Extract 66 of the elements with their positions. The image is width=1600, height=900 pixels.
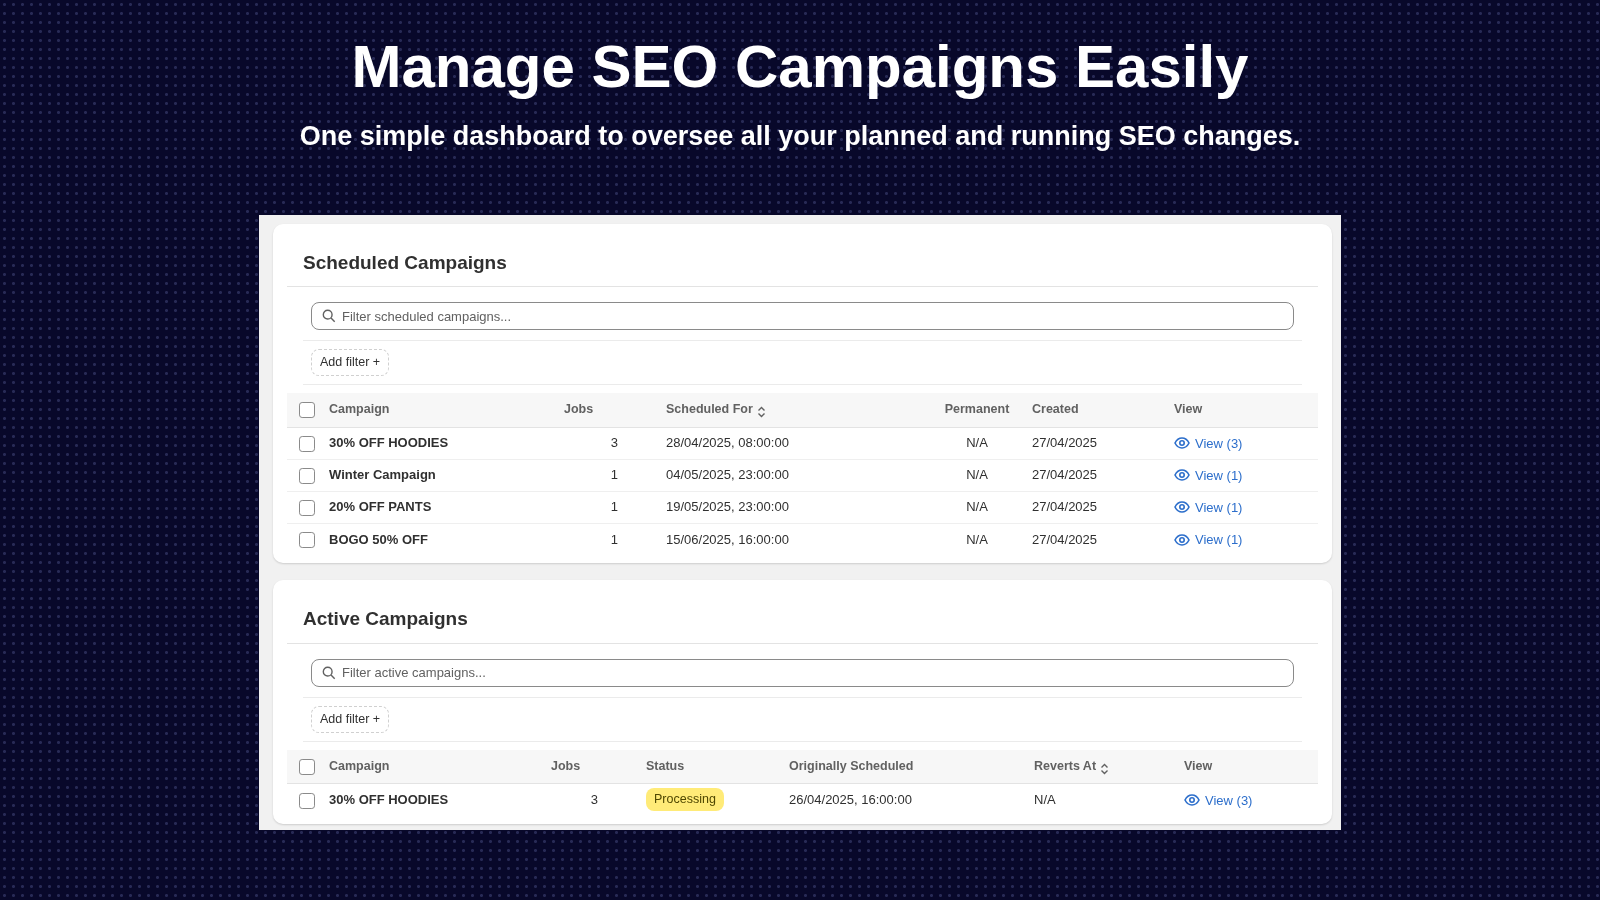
job-count: 1 — [610, 499, 618, 515]
table-cell: N/A — [1034, 792, 1056, 808]
search-field[interactable]: Filter scheduled campaigns... — [311, 302, 1294, 331]
column-header: Permanent — [944, 402, 1010, 417]
table-cell: 27/04/2025 — [1032, 531, 1098, 547]
checkbox[interactable] — [299, 467, 315, 484]
subheadline: One simple dashboard to oversee all your planned and running SEO changes. — [299, 120, 1301, 153]
table-cell: 28/04/2025, 08:00:00 — [666, 435, 789, 451]
table-cell: 27/04/2025 — [1032, 499, 1098, 515]
campaign-name: 30% OFF HOODIES — [329, 435, 449, 451]
campaign-name: Winter Campaign — [329, 467, 436, 483]
table-cell: 27/04/2025 — [1032, 435, 1098, 451]
column-header: Campaign — [329, 758, 390, 773]
job-count: 3 — [610, 435, 618, 451]
table-cell: N/A — [966, 499, 988, 515]
table-cell: N/A — [966, 467, 988, 483]
search-icon — [322, 665, 336, 680]
eye-icon — [1184, 794, 1200, 807]
add-filter-button[interactable]: Add filter + — [311, 349, 390, 377]
campaign-name: 30% OFF HOODIES — [329, 792, 449, 808]
column-header: Reverts At — [1034, 758, 1097, 773]
column-header: Scheduled For — [666, 402, 753, 417]
checkbox[interactable] — [299, 499, 315, 516]
column-header: Created — [1032, 402, 1079, 417]
table-cell: 04/05/2025, 23:00:00 — [666, 467, 789, 483]
checkbox[interactable] — [299, 402, 315, 419]
checkbox[interactable] — [299, 758, 315, 775]
view-link[interactable]: View (1) — [1174, 465, 1243, 486]
checkbox[interactable] — [299, 435, 315, 452]
column-header: Jobs — [551, 758, 581, 773]
column-header: Campaign — [329, 402, 390, 417]
add-filter-button[interactable]: Add filter + — [311, 705, 390, 733]
job-count: 1 — [610, 467, 618, 483]
eye-icon — [1174, 501, 1190, 514]
search-field[interactable]: Filter active campaigns... — [311, 658, 1294, 687]
view-link[interactable]: View (3) — [1184, 790, 1253, 810]
table-cell: 27/04/2025 — [1032, 467, 1098, 483]
column-header: Originally Scheduled — [789, 758, 914, 773]
column-header: View — [1174, 402, 1203, 417]
campaign-name: 20% OFF PANTS — [329, 499, 432, 515]
sort-icon[interactable] — [1100, 762, 1110, 775]
status-badge: Processing — [646, 788, 724, 812]
search-icon — [322, 309, 336, 324]
view-link[interactable]: View (1) — [1174, 497, 1243, 518]
table-cell: N/A — [966, 531, 988, 547]
eye-icon — [1174, 469, 1190, 482]
column-header: Jobs — [564, 402, 594, 417]
eye-icon — [1174, 533, 1190, 546]
table-cell: 15/06/2025, 16:00:00 — [666, 531, 789, 547]
table-cell: 19/05/2025, 23:00:00 — [666, 499, 789, 515]
campaign-name: BOGO 50% OFF — [329, 531, 428, 547]
checkbox[interactable] — [299, 532, 315, 549]
headline: Manage SEO Campaigns Easily — [351, 34, 1249, 100]
view-link[interactable]: View (3) — [1174, 433, 1243, 454]
view-link[interactable]: View (1) — [1174, 529, 1243, 550]
checkbox[interactable] — [299, 792, 315, 809]
sort-icon[interactable] — [756, 406, 766, 419]
table-cell: N/A — [966, 435, 988, 451]
eye-icon — [1174, 437, 1190, 450]
job-count: 1 — [610, 531, 618, 547]
table-cell: 26/04/2025, 16:00:00 — [789, 792, 912, 808]
section-title: Active Campaigns — [287, 580, 1318, 644]
job-count: 3 — [590, 792, 598, 808]
section-title: Scheduled Campaigns — [287, 223, 1318, 288]
column-header: Status — [646, 758, 685, 773]
column-header: View — [1184, 758, 1213, 773]
